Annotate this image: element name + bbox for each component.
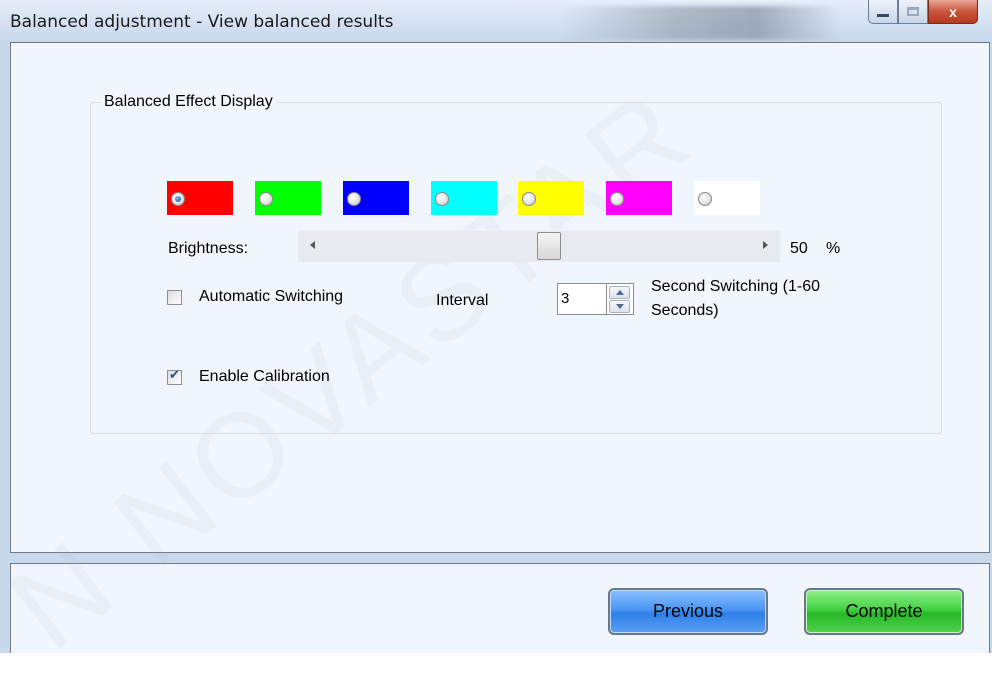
slider-left-arrow-icon[interactable] <box>310 241 315 249</box>
minimize-button[interactable] <box>868 0 898 24</box>
stepper-up-button[interactable] <box>609 286 630 299</box>
color-swatch-white[interactable] <box>694 181 760 215</box>
interval-suffix-line2: Seconds) <box>651 302 719 319</box>
color-swatch-green[interactable] <box>255 181 321 215</box>
automatic-switching-checkbox[interactable] <box>167 290 182 305</box>
brightness-unit: % <box>826 240 841 257</box>
color-radio-cyan[interactable] <box>435 192 449 206</box>
maximize-button[interactable] <box>898 0 928 24</box>
color-swatch-cyan[interactable] <box>431 181 497 215</box>
slider-right-arrow-icon[interactable] <box>763 241 768 249</box>
slider-thumb[interactable] <box>537 232 561 260</box>
interval-label: Interval <box>436 292 489 309</box>
complete-button[interactable]: Complete <box>804 588 964 635</box>
automatic-switching-label: Automatic Switching <box>199 288 344 305</box>
close-button[interactable]: x <box>928 0 978 24</box>
color-radio-magenta[interactable] <box>610 192 624 206</box>
minimize-icon <box>877 14 889 17</box>
interval-suffix-line1: Second Switching (1-60 <box>651 278 820 295</box>
close-icon: x <box>949 3 957 20</box>
caption-buttons: x <box>868 0 978 26</box>
interval-value: 3 <box>561 290 570 307</box>
brightness-slider[interactable] <box>298 230 780 262</box>
color-radio-yellow[interactable] <box>522 192 536 206</box>
stepper-down-button[interactable] <box>609 300 630 313</box>
interval-input[interactable]: 3 <box>557 283 607 315</box>
group-title: Balanced Effect Display <box>101 93 276 111</box>
enable-calibration-label: Enable Calibration <box>199 368 330 385</box>
window: Balanced adjustment - View balanced resu… <box>0 0 992 675</box>
color-swatch-magenta[interactable] <box>606 181 672 215</box>
title-bar: Balanced adjustment - View balanced resu… <box>0 0 992 42</box>
brightness-label: Brightness: <box>168 240 249 257</box>
previous-button[interactable]: Previous <box>608 588 768 635</box>
color-radio-blue[interactable] <box>347 192 361 206</box>
brightness-value: 50 <box>790 240 808 257</box>
interval-stepper <box>607 283 634 315</box>
color-radio-white[interactable] <box>698 192 712 206</box>
color-radio-red[interactable] <box>171 192 185 206</box>
window-title: Balanced adjustment - View balanced resu… <box>10 12 394 32</box>
color-swatch-blue[interactable] <box>343 181 409 215</box>
maximize-icon <box>907 7 919 16</box>
window-left-edge <box>0 42 10 653</box>
color-swatch-yellow[interactable] <box>518 181 584 215</box>
color-radio-green[interactable] <box>259 192 273 206</box>
color-swatch-red[interactable] <box>167 181 233 215</box>
enable-calibration-checkbox[interactable] <box>167 368 182 385</box>
title-bar-glow <box>560 6 840 40</box>
